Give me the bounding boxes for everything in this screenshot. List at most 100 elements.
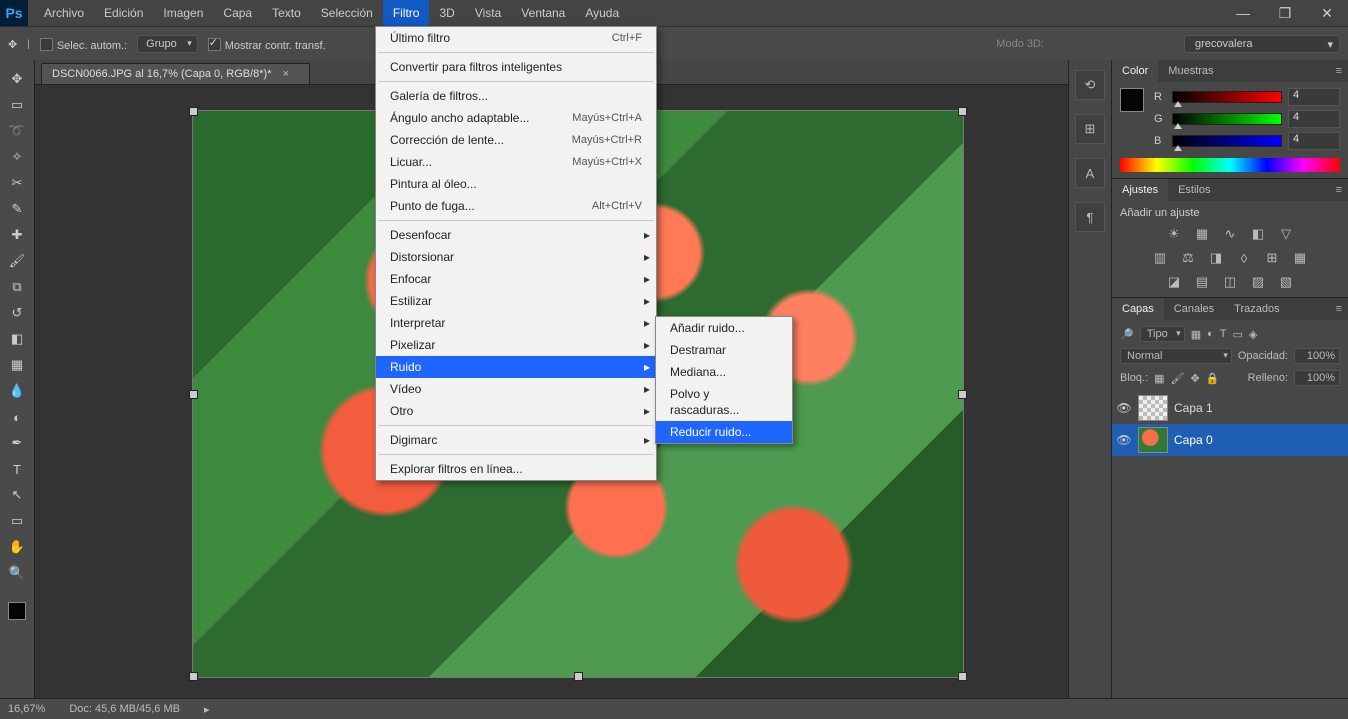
transform-handle[interactable] <box>189 107 198 116</box>
close-icon[interactable]: × <box>283 68 289 80</box>
menu-item[interactable]: Interpretar <box>376 312 656 334</box>
layer-thumbnail[interactable] <box>1138 427 1168 453</box>
window-maximize-button[interactable]: ❐ <box>1264 2 1306 24</box>
history-panel-icon[interactable]: ⟲ <box>1075 70 1105 100</box>
menu-archivo[interactable]: Archivo <box>34 0 94 26</box>
tab-layers[interactable]: Capas <box>1112 298 1164 320</box>
menu-edición[interactable]: Edición <box>94 0 153 26</box>
adj-lookup-icon[interactable]: ▦ <box>1291 249 1309 267</box>
tool-shape[interactable]: ▭ <box>3 508 31 534</box>
adj-vibrance-icon[interactable]: ▽ <box>1277 225 1295 243</box>
transform-handle[interactable] <box>958 107 967 116</box>
menu-item[interactable]: Distorsionar <box>376 246 656 268</box>
adj-selective-icon[interactable]: ▧ <box>1277 273 1295 291</box>
tool-stamp[interactable]: ⧉ <box>3 274 31 300</box>
filter-shape-icon[interactable]: ▭ <box>1233 328 1243 341</box>
account-dropdown[interactable]: grecovalera <box>1184 35 1340 53</box>
auto-select-checkbox[interactable]: Selec. autom.: <box>40 36 127 52</box>
tool-type[interactable]: T <box>3 456 31 482</box>
tool-blur[interactable]: 💧 <box>3 378 31 404</box>
adj-exposure-icon[interactable]: ◧ <box>1249 225 1267 243</box>
paragraph-panel-icon[interactable]: ¶ <box>1075 202 1105 232</box>
adj-threshold-icon[interactable]: ◫ <box>1221 273 1239 291</box>
menu-item[interactable]: Pintura al óleo... <box>376 173 656 195</box>
adj-bw-icon[interactable]: ◨ <box>1207 249 1225 267</box>
transform-handle[interactable] <box>189 672 198 681</box>
tool-path[interactable]: ↖ <box>3 482 31 508</box>
adj-brightness-icon[interactable]: ☀ <box>1165 225 1183 243</box>
tab-styles[interactable]: Estilos <box>1168 179 1220 201</box>
menu-ventana[interactable]: Ventana <box>511 0 575 26</box>
filter-pixel-icon[interactable]: ▦ <box>1191 328 1201 341</box>
lock-all-icon[interactable]: 🔒 <box>1206 372 1220 385</box>
submenu-item[interactable]: Polvo y rascaduras... <box>656 383 792 421</box>
menu-vista[interactable]: Vista <box>465 0 511 26</box>
menu-item[interactable]: Estilizar <box>376 290 656 312</box>
tool-wand[interactable]: ✧ <box>3 144 31 170</box>
menu-filtro[interactable]: Filtro <box>383 0 430 26</box>
submenu-item[interactable]: Añadir ruido... <box>656 317 792 339</box>
menu-item[interactable]: Último filtroCtrl+F <box>376 27 656 49</box>
tool-crop[interactable]: ✂ <box>3 170 31 196</box>
adj-curves-icon[interactable]: ∿ <box>1221 225 1239 243</box>
tool-zoom[interactable]: 🔍 <box>3 560 31 586</box>
window-minimize-button[interactable]: — <box>1222 2 1264 24</box>
menu-texto[interactable]: Texto <box>262 0 311 26</box>
green-slider[interactable] <box>1172 113 1282 125</box>
tool-move[interactable]: ✥ <box>3 66 31 92</box>
adj-mixer-icon[interactable]: ⊞ <box>1263 249 1281 267</box>
menu-item[interactable]: Desenfocar <box>376 224 656 246</box>
menu-item[interactable]: Convertir para filtros inteligentes <box>376 56 656 78</box>
tool-gradient[interactable]: ▦ <box>3 352 31 378</box>
menu-selección[interactable]: Selección <box>311 0 383 26</box>
tool-dodge[interactable]: ◐ <box>3 404 31 430</box>
adj-photo-icon[interactable]: ◊ <box>1235 249 1253 267</box>
status-zoom[interactable]: 16,67% <box>8 703 45 715</box>
document-tab[interactable]: DSCN0066.JPG al 16,7% (Capa 0, RGB/8*)* … <box>41 63 310 84</box>
tool-marquee[interactable]: ▭ <box>3 92 31 118</box>
blue-slider[interactable] <box>1172 135 1282 147</box>
layer-row[interactable]: 👁Capa 0 <box>1112 424 1348 456</box>
filter-smart-icon[interactable]: ◈ <box>1249 328 1257 341</box>
menu-imagen[interactable]: Imagen <box>153 0 213 26</box>
tool-history-brush[interactable]: ↺ <box>3 300 31 326</box>
opacity-field[interactable]: 100% <box>1294 348 1340 364</box>
transform-handle[interactable] <box>958 390 967 399</box>
menu-item[interactable]: Ruido <box>376 356 656 378</box>
visibility-icon[interactable]: 👁 <box>1116 401 1132 415</box>
menu-item[interactable]: Licuar...Mayús+Ctrl+X <box>376 151 656 173</box>
menu-3d[interactable]: 3D <box>429 0 464 26</box>
submenu-item[interactable]: Mediana... <box>656 361 792 383</box>
filter-type-icon[interactable]: T <box>1220 328 1227 340</box>
menu-capa[interactable]: Capa <box>213 0 262 26</box>
menu-item[interactable]: Galería de filtros... <box>376 85 656 107</box>
lock-transparency-icon[interactable]: ▦ <box>1154 372 1164 385</box>
tool-pen[interactable]: ✒ <box>3 430 31 456</box>
status-docinfo[interactable]: Doc: 45,6 MB/45,6 MB <box>69 703 180 715</box>
layer-row[interactable]: 👁Capa 1 <box>1112 392 1348 424</box>
layer-filter-kind[interactable]: Tipo <box>1140 326 1185 342</box>
menu-item[interactable]: Explorar filtros en línea... <box>376 458 656 480</box>
lock-pixels-icon[interactable]: 🖌 <box>1171 372 1185 385</box>
tool-brush[interactable]: 🖌 <box>3 248 31 274</box>
adj-balance-icon[interactable]: ⚖ <box>1179 249 1197 267</box>
menu-item[interactable]: Corrección de lente...Mayús+Ctrl+R <box>376 129 656 151</box>
panel-menu-icon[interactable]: ≡ <box>1330 184 1348 196</box>
menu-item[interactable]: Digimarc <box>376 429 656 451</box>
color-swatches[interactable] <box>3 594 31 628</box>
character-panel-icon[interactable]: A <box>1075 158 1105 188</box>
menu-ayuda[interactable]: Ayuda <box>575 0 629 26</box>
window-close-button[interactable]: ✕ <box>1306 2 1348 24</box>
tab-adjustments[interactable]: Ajustes <box>1112 179 1168 201</box>
tab-color[interactable]: Color <box>1112 60 1158 82</box>
menu-item[interactable]: Otro <box>376 400 656 422</box>
properties-panel-icon[interactable]: ⊞ <box>1075 114 1105 144</box>
app-logo[interactable]: Ps <box>0 0 28 26</box>
tab-paths[interactable]: Trazados <box>1224 298 1289 320</box>
transform-handle[interactable] <box>574 672 583 681</box>
tool-heal[interactable]: ✚ <box>3 222 31 248</box>
panel-menu-icon[interactable]: ≡ <box>1330 303 1348 315</box>
tool-eyedropper[interactable]: ✎ <box>3 196 31 222</box>
menu-item[interactable]: Enfocar <box>376 268 656 290</box>
status-arrow-icon[interactable]: ▸ <box>204 703 210 716</box>
